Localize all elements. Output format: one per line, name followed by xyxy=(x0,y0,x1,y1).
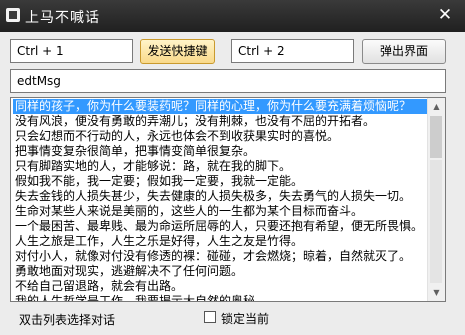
list-item[interactable]: 假如我不能，我一定要；假如我一定要，我就一定能。 xyxy=(13,174,428,189)
list-item[interactable]: 只会幻想而不行动的人，永远也体会不到收获果实时的喜悦。 xyxy=(13,129,428,144)
dialogue-listbox[interactable]: 同样的孩子，你为什么要装药呢？同样的心理，你为什么要充满着烦恼呢？ 没有风浪，便没… xyxy=(10,97,446,302)
list-item[interactable]: 失去金钱的人损失甚少，失去健康的人损失极多，失去勇气的人损失一切。 xyxy=(13,189,428,204)
scroll-up-icon[interactable]: ▲ xyxy=(428,98,445,115)
title-bar[interactable]: 上马不喊话 ✕ xyxy=(0,0,465,32)
scroll-down-icon[interactable]: ▼ xyxy=(428,284,445,301)
dialogue-list: 同样的孩子，你为什么要装药呢？同样的心理，你为什么要充满着烦恼呢？ 没有风浪，便没… xyxy=(13,99,428,301)
close-icon[interactable]: ✕ xyxy=(434,5,456,25)
app-icon xyxy=(6,8,20,22)
hotkey2-input[interactable] xyxy=(231,39,354,63)
vertical-scrollbar[interactable]: ▲ ▼ xyxy=(427,98,445,301)
lock-current-checkbox[interactable] xyxy=(204,311,216,323)
list-item[interactable]: 同样的孩子，你为什么要装药呢？同样的心理，你为什么要充满着烦恼呢？ xyxy=(13,99,428,114)
window-title: 上马不喊话 xyxy=(25,10,100,26)
scroll-track[interactable] xyxy=(430,160,442,283)
hotkey1-input[interactable] xyxy=(10,39,133,63)
message-input[interactable] xyxy=(10,69,446,93)
list-item[interactable]: 没有风浪，便没有勇敢的弄潮儿；没有荆棘，也没有不屈的开拓者。 xyxy=(13,114,428,129)
list-item[interactable]: 生命对某些人来说是美丽的，这些人的一生都为某个目标而奋斗。 xyxy=(13,204,428,219)
hint-text: 双击列表选择对话 xyxy=(19,313,116,327)
list-item[interactable]: 只有脚踏实地的人，才能够说：路，就在我的脚下。 xyxy=(13,159,428,174)
app-window: 上马不喊话 ✕ 发送快捷键 弹出界面 同样的孩子，你为什么要装药呢？同样的心理，… xyxy=(0,0,465,335)
list-item[interactable]: 勇敢地面对现实，逃避解决不了任何问题。 xyxy=(13,264,428,279)
popup-interface-button[interactable]: 弹出界面 xyxy=(362,39,446,64)
list-item[interactable]: 对付小人，就像对付没有修透的裸：碰碰，才会燃烧；晾着，自然就灭了。 xyxy=(13,249,428,264)
list-item[interactable]: 人生之旅是工作，人生之乐是好得，人生之友是竹得。 xyxy=(13,234,428,249)
send-hotkey-button[interactable]: 发送快捷键 xyxy=(140,39,215,64)
list-item[interactable]: 我的人生哲学是工作，我要揭示大自然的奥秘， xyxy=(13,294,428,301)
list-item[interactable]: 把事情变复杂很简单，把事情变简单很复杂。 xyxy=(13,144,428,159)
list-item[interactable]: 一个最困苦、最卑贱、最为命运所屈辱的人，只要还抱有希望，便无所畏惧。 xyxy=(13,219,428,234)
list-item[interactable]: 不给自己留退路，就会有出路。 xyxy=(13,279,428,294)
lock-current-label[interactable]: 锁定当前 xyxy=(221,310,269,327)
scroll-thumb[interactable] xyxy=(430,116,442,158)
